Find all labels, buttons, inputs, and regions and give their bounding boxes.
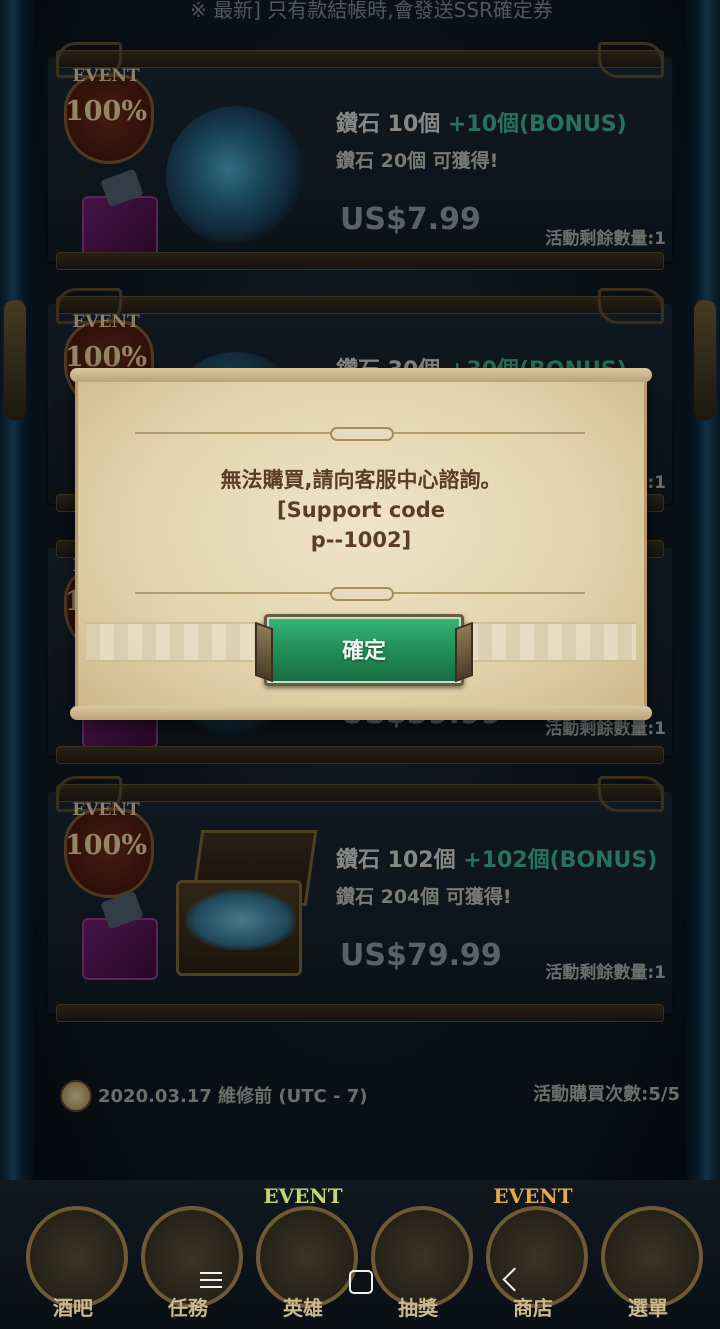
dialog-message-line1: 無法購買,請向客服中心諮詢。 (220, 468, 502, 492)
menu-line-icon (200, 1279, 222, 1281)
divider-ornament-icon (330, 427, 394, 441)
error-dialog: 無法購買,請向客服中心諮詢。 [Support code p--1002] 確定 (70, 368, 652, 720)
back-chevron-icon (502, 1267, 527, 1292)
home-button[interactable] (336, 1260, 386, 1304)
dialog-message-line3: p--1002] (310, 528, 412, 552)
nav-event-tag: EVENT (493, 1184, 573, 1208)
home-square-icon (349, 1270, 373, 1294)
menu-line-icon (200, 1286, 222, 1288)
divider (135, 427, 585, 441)
system-navigation-bar (0, 1250, 720, 1312)
back-button[interactable] (486, 1260, 536, 1304)
confirm-button-label: 確定 (341, 639, 386, 664)
dialog-message-line2: [Support code (276, 498, 446, 522)
confirm-button[interactable]: 確定 (255, 614, 473, 686)
divider (135, 587, 585, 601)
recent-apps-button[interactable] (186, 1260, 236, 1304)
nav-event-tag: EVENT (263, 1184, 343, 1208)
game-shop-screen: ※ 最新] 只有款結帳時,會發送SSR確定券 EVENT 100% 鑽石 10個… (0, 0, 720, 1329)
divider-ornament-icon (330, 587, 394, 601)
menu-line-icon (200, 1272, 222, 1274)
